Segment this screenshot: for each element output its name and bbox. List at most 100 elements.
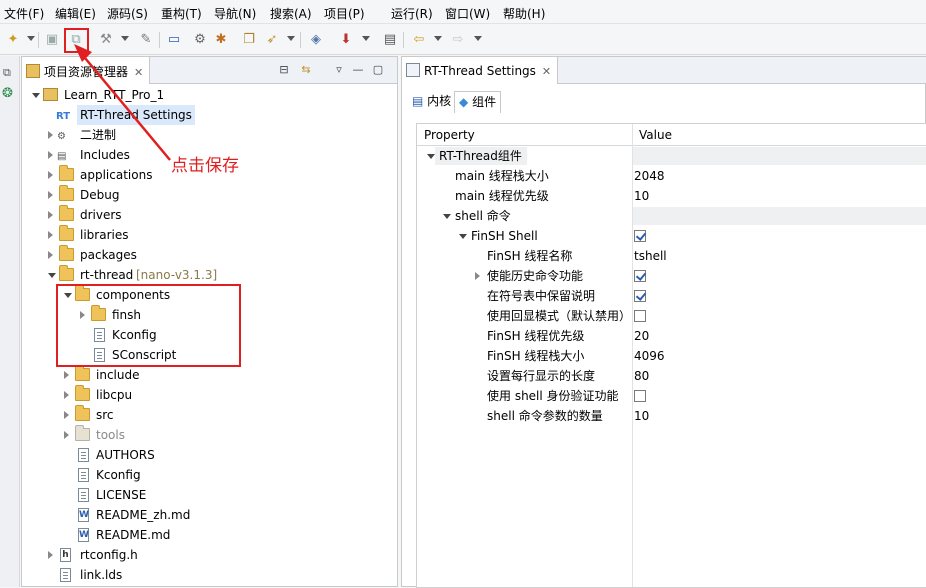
prop-row-arg-count[interactable]: shell 命令参数的数量 10 (417, 406, 926, 426)
run-dropdown-icon[interactable] (287, 36, 295, 41)
new-dropdown-icon[interactable] (27, 36, 35, 41)
expand-icon[interactable] (48, 171, 53, 179)
restore-icon[interactable]: ⧉ (3, 66, 11, 80)
prop-value[interactable]: 4096 (634, 346, 665, 366)
prop-value-checkbox[interactable] (634, 386, 646, 406)
expand-icon[interactable] (48, 551, 53, 559)
expand-icon[interactable] (48, 191, 53, 199)
prop-row-finsh-priority[interactable]: FinSH 线程优先级 20 (417, 326, 926, 346)
forward-dropdown-icon[interactable] (474, 36, 482, 41)
expand-icon[interactable] (48, 273, 56, 278)
expand-icon[interactable] (48, 151, 53, 159)
close-icon[interactable]: ✕ (542, 65, 551, 78)
prop-value-checkbox[interactable] (634, 266, 646, 286)
expand-icon[interactable] (32, 93, 40, 98)
collapse-all-icon[interactable]: ⊟ (276, 62, 292, 78)
menu-refactor[interactable]: 重构(T) (161, 5, 202, 22)
back-icon[interactable]: ⇦ (410, 31, 428, 49)
includes-icon: ▤ (57, 151, 67, 162)
prop-value[interactable]: 10 (634, 406, 649, 426)
file-icon (78, 468, 89, 482)
tree-item-label: README.md (96, 528, 171, 542)
checkbox-checked[interactable] (634, 230, 646, 242)
save-icon[interactable]: ▣ (43, 31, 61, 49)
checkbox-unchecked[interactable] (634, 310, 646, 322)
explorer-trim-icon[interactable]: ❂ (2, 86, 13, 101)
debug-icon[interactable]: ⚙ (191, 31, 209, 49)
tab-components[interactable]: ◆ 组件 (454, 91, 502, 113)
tree-item-label: Kconfig (96, 468, 141, 482)
tab-rt-thread-settings[interactable]: RT-Thread Settings ✕ (402, 57, 559, 84)
tree-item-decoration: [nano-v3.1.3] (136, 268, 218, 282)
markdown-file-icon: W (78, 508, 89, 522)
prop-value[interactable]: 20 (634, 326, 649, 346)
prop-row-history[interactable]: 使能历史命令功能 (417, 266, 926, 286)
expand-icon[interactable] (48, 131, 53, 139)
menu-search[interactable]: 搜索(A) (270, 5, 312, 22)
prop-row-shell-command[interactable]: shell 命令 (417, 206, 926, 226)
menu-navigate[interactable]: 导航(N) (214, 5, 256, 22)
expand-icon[interactable] (48, 251, 53, 259)
prop-row-finsh-thread-name[interactable]: FinSH 线程名称 tshell (417, 246, 926, 266)
prop-row-symbol-description[interactable]: 在符号表中保留说明 (417, 286, 926, 306)
menu-window[interactable]: 窗口(W) (445, 5, 490, 22)
rt-thread-settings-editor: RT-Thread Settings ✕ ▤ 内核 ◆ 组件 Property V… (401, 56, 926, 588)
prop-row-echo-mode[interactable]: 使用回显模式（默认禁用） (417, 306, 926, 326)
menu-edit[interactable]: 编辑(E) (55, 5, 96, 22)
expand-icon[interactable] (443, 214, 451, 219)
toolbar-separator (300, 32, 301, 48)
prop-row-line-length[interactable]: 设置每行显示的长度 80 (417, 366, 926, 386)
tab-rt-thread-settings-label: RT-Thread Settings (424, 64, 536, 78)
prop-row-shell-auth[interactable]: 使用 shell 身份验证功能 (417, 386, 926, 406)
prop-name: 在符号表中保留说明 (487, 289, 596, 303)
folder-icon (59, 205, 74, 221)
layout-icon[interactable]: ▤ (381, 31, 399, 49)
expand-icon[interactable] (427, 154, 435, 159)
back-dropdown-icon[interactable] (434, 36, 442, 41)
prop-row-finsh-stack-size[interactable]: FinSH 线程栈大小 4096 (417, 346, 926, 366)
open-icon[interactable]: ❐ (240, 31, 258, 49)
prop-row-finsh-shell[interactable]: FinSH Shell (417, 226, 926, 246)
menu-source[interactable]: 源码(S) (107, 5, 148, 22)
expand-icon[interactable] (64, 371, 69, 379)
bug-icon[interactable]: ✱ (212, 31, 230, 49)
prop-value[interactable]: 2048 (634, 166, 665, 186)
menu-file[interactable]: 文件(F) (4, 5, 44, 22)
prop-value-checkbox[interactable] (634, 226, 646, 246)
download-icon[interactable]: ⬇ (337, 31, 355, 49)
prop-value-checkbox[interactable] (634, 286, 646, 306)
minimize-icon[interactable]: — (350, 62, 366, 78)
view-menu-icon[interactable]: ▿ (331, 62, 347, 78)
download-dropdown-icon[interactable] (362, 36, 370, 41)
run-icon[interactable]: ➶ (263, 31, 281, 49)
link-editor-icon[interactable]: ⇆ (298, 62, 314, 78)
expand-icon[interactable] (48, 211, 53, 219)
prop-value[interactable]: 80 (634, 366, 649, 386)
prop-value[interactable]: 10 (634, 186, 649, 206)
tree-item-label: link.lds (80, 568, 123, 582)
new-icon[interactable]: ✦ (4, 31, 22, 49)
prop-value[interactable]: tshell (634, 246, 667, 266)
expand-icon[interactable] (64, 411, 69, 419)
checkbox-checked[interactable] (634, 270, 646, 282)
expand-icon[interactable] (64, 391, 69, 399)
checkbox-unchecked[interactable] (634, 390, 646, 402)
maximize-icon[interactable]: ▢ (370, 62, 386, 78)
forward-icon[interactable]: ⇨ (449, 31, 467, 49)
project-explorer-icon (26, 64, 40, 78)
expand-icon[interactable] (64, 431, 69, 439)
prop-row-rt-thread-components[interactable]: RT-Thread组件 (417, 146, 926, 166)
expand-icon[interactable] (48, 231, 53, 239)
expand-icon[interactable] (475, 272, 480, 280)
tab-kernel[interactable]: ▤ 内核 (408, 91, 455, 113)
prop-value-checkbox[interactable] (634, 306, 646, 326)
expand-icon[interactable] (459, 234, 467, 239)
menu-project[interactable]: 项目(P) (324, 5, 365, 22)
config-icon[interactable]: ◈ (307, 31, 325, 49)
checkbox-checked[interactable] (634, 290, 646, 302)
prop-row-main-stack-size[interactable]: main 线程栈大小 2048 (417, 166, 926, 186)
prop-name: FinSH 线程优先级 (487, 329, 585, 343)
prop-row-main-priority[interactable]: main 线程优先级 10 (417, 186, 926, 206)
menu-run[interactable]: 运行(R) (391, 5, 433, 22)
menu-help[interactable]: 帮助(H) (503, 5, 545, 22)
